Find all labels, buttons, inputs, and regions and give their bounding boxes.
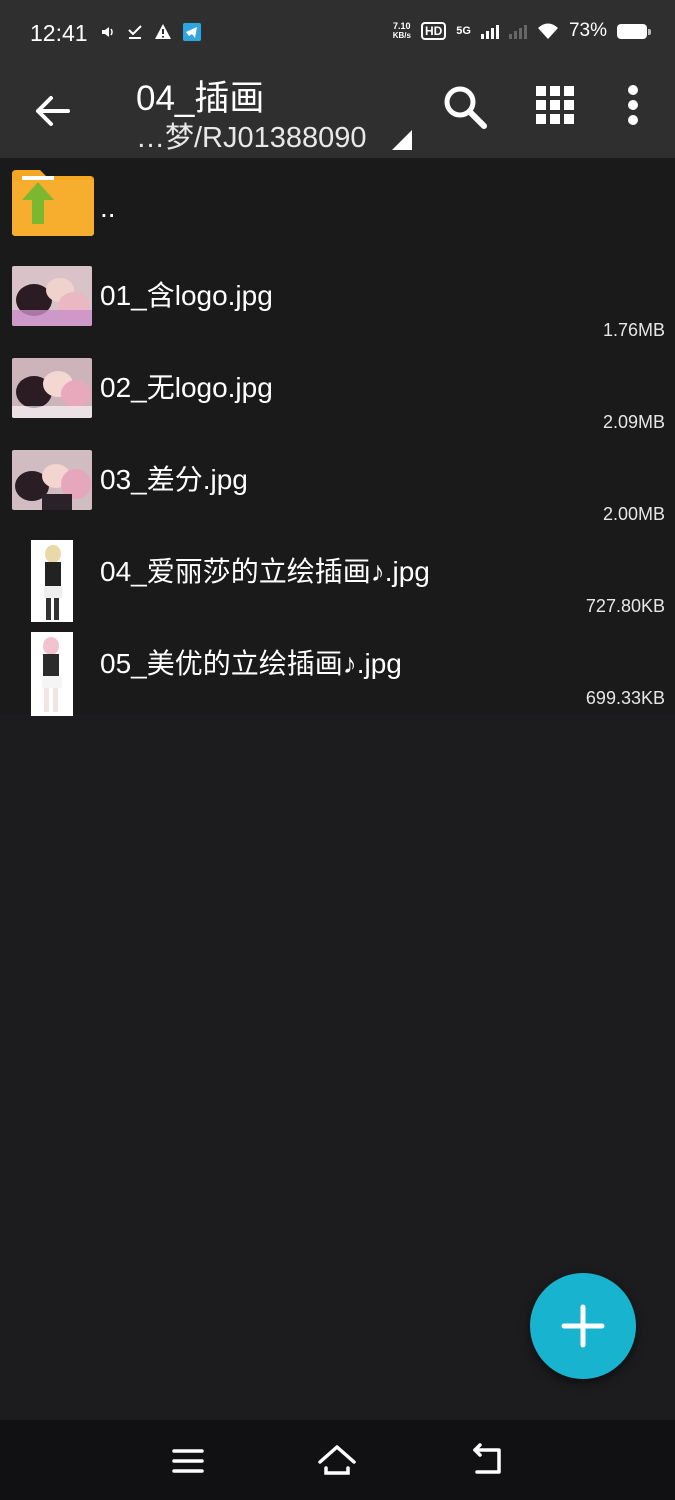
file-name: 03_差分.jpg xyxy=(100,464,248,495)
image-thumbnail xyxy=(12,450,92,510)
signal-icon xyxy=(480,23,499,39)
menu-icon[interactable] xyxy=(165,1438,211,1484)
file-row[interactable]: 05_美优的立绘插画♪.jpg 699.33KB xyxy=(0,622,675,716)
plus-icon xyxy=(561,1304,605,1348)
file-row[interactable]: 02_无logo.jpg 2.09MB xyxy=(0,346,675,438)
speaker-icon xyxy=(102,27,113,37)
folder-up-icon xyxy=(12,170,94,236)
image-thumbnail xyxy=(12,266,92,326)
image-thumbnail xyxy=(31,632,73,716)
more-options-icon[interactable] xyxy=(610,82,656,132)
home-icon[interactable] xyxy=(314,1438,360,1484)
path-dropdown-icon[interactable] xyxy=(392,130,412,150)
app-bar: 04_插画 …梦/RJ01388090 xyxy=(0,68,675,158)
parent-folder-row[interactable]: .. xyxy=(0,158,675,254)
image-thumbnail xyxy=(31,540,73,624)
file-name: 01_含logo.jpg xyxy=(100,280,273,311)
telegram-icon xyxy=(183,23,201,41)
add-fab-button[interactable] xyxy=(530,1273,636,1379)
file-name: 02_无logo.jpg xyxy=(100,372,273,403)
file-row[interactable]: 01_含logo.jpg 1.76MB xyxy=(0,254,675,346)
file-size: 699.33KB xyxy=(585,688,665,708)
parent-folder-label: .. xyxy=(100,192,116,223)
status-bar: 12:41 7.10 KB/s HD 5G 73% xyxy=(0,0,675,68)
file-size: 1.76MB xyxy=(602,320,665,340)
network-speed: 7.10 KB/s xyxy=(392,21,411,41)
network-speed-unit: KB/s xyxy=(392,31,411,40)
file-size: 727.80KB xyxy=(585,596,665,616)
file-name: 05_美优的立绘插画♪.jpg xyxy=(100,648,402,679)
file-size: 2.00MB xyxy=(602,504,665,524)
image-thumbnail xyxy=(12,358,92,418)
signal-sim2-icon xyxy=(508,23,527,39)
folder-path[interactable]: …梦/RJ01388090 xyxy=(136,114,367,156)
battery-icon xyxy=(617,23,651,39)
status-system-icons: 7.10 KB/s HD 5G 73% xyxy=(392,20,651,42)
network-speed-value: 7.10 xyxy=(393,21,411,31)
status-time: 12:41 xyxy=(30,20,88,46)
status-notification-icons xyxy=(100,22,202,42)
back-icon[interactable] xyxy=(465,1438,511,1484)
back-arrow-icon[interactable] xyxy=(28,86,78,136)
wifi-icon xyxy=(537,23,558,39)
file-name: 04_爱丽莎的立绘插画♪.jpg xyxy=(100,556,430,587)
hd-icon: HD xyxy=(420,22,447,40)
search-icon[interactable] xyxy=(440,82,490,132)
system-navigation-bar xyxy=(0,1420,675,1500)
grid-view-icon[interactable] xyxy=(530,82,580,132)
download-done-icon xyxy=(128,25,142,39)
battery-percent: 73% xyxy=(568,20,607,41)
file-size: 2.09MB xyxy=(602,412,665,432)
warning-icon xyxy=(155,24,171,39)
5g-label: 5G xyxy=(456,25,471,37)
file-row[interactable]: 03_差分.jpg 2.00MB xyxy=(0,438,675,530)
file-row[interactable]: 04_爱丽莎的立绘插画♪.jpg 727.80KB xyxy=(0,530,675,624)
file-list: .. 01_含logo.jpg 1.76MB 02_无logo.jpg 2.09… xyxy=(0,158,675,716)
